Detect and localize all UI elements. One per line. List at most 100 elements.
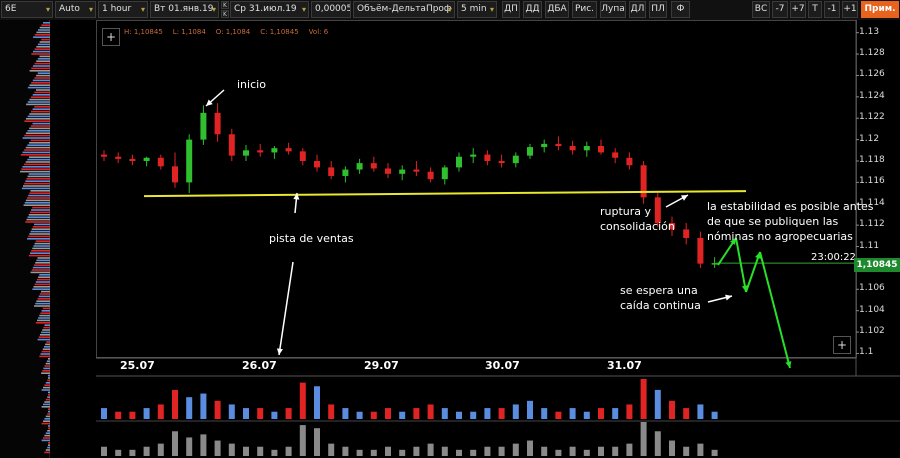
- minus7-button[interactable]: -7: [772, 1, 788, 18]
- date-to-select[interactable]: Ср 31.июл.19: [230, 1, 309, 18]
- chart-type-select[interactable]: Auto: [55, 1, 96, 18]
- plus7-button[interactable]: +7: [790, 1, 806, 18]
- candle-body: [612, 152, 619, 158]
- profile-bar: [28, 173, 50, 175]
- candle-body: [413, 169, 420, 172]
- tick-size-field[interactable]: 0,00005: [311, 1, 351, 18]
- profile-bar: [46, 341, 50, 343]
- profile-bar: [25, 221, 50, 223]
- profile-bar: [27, 86, 50, 89]
- profile-bar: [24, 134, 50, 137]
- candle-body: [370, 163, 377, 169]
- candle-body: [385, 168, 391, 174]
- minus1-button[interactable]: -1: [824, 1, 840, 18]
- current-price-badge: 1,10845: [854, 258, 900, 272]
- profile-bar: [39, 41, 50, 43]
- profile-bar: [20, 170, 50, 173]
- volume-bar-gray: [370, 449, 377, 456]
- volume-bar-gray: [683, 446, 690, 456]
- profile-bar: [26, 178, 50, 180]
- magnifier-button[interactable]: Лупа: [600, 1, 626, 18]
- indicator-select[interactable]: Объём-ДельтаПроф: [353, 1, 455, 18]
- dp-button[interactable]: ДП: [502, 1, 520, 18]
- draw-button[interactable]: Рис.: [572, 1, 597, 18]
- profile-bar: [23, 204, 50, 206]
- profile-bar: [41, 331, 50, 334]
- profile-bar: [34, 223, 50, 226]
- vs-button[interactable]: ВС: [752, 1, 770, 18]
- t-button[interactable]: T: [808, 1, 822, 18]
- pl-button[interactable]: ПЛ: [649, 1, 667, 18]
- date-from-select[interactable]: Вт 01.янв.19: [150, 1, 219, 18]
- profile-bar: [33, 36, 50, 38]
- plus1-button[interactable]: +1: [842, 1, 858, 18]
- profile-bar: [47, 396, 50, 398]
- candle-body: [101, 154, 107, 157]
- add-indicator-button[interactable]: +: [102, 28, 120, 46]
- profile-bar: [24, 149, 50, 151]
- profile-bar: [44, 324, 50, 326]
- dl-button[interactable]: ДЛ: [629, 1, 646, 18]
- price-tick-label: 1.122: [859, 112, 885, 123]
- dd-button[interactable]: ДД: [523, 1, 542, 18]
- candle-body: [129, 158, 136, 161]
- time-label: 29.07: [364, 359, 399, 372]
- profile-bar: [33, 50, 50, 53]
- profile-bar: [36, 46, 50, 48]
- profile-bar: [35, 281, 50, 283]
- profile-bar: [25, 199, 50, 202]
- support-line: [143, 190, 747, 198]
- apply-button[interactable]: Прим.: [861, 1, 899, 18]
- annotation-ruptura: ruptura y consolidación: [600, 205, 675, 233]
- profile-bar: [39, 293, 50, 295]
- profile-bar: [37, 257, 50, 259]
- profile-bar: [43, 386, 50, 389]
- timeframe-select[interactable]: 1 hour: [98, 1, 148, 18]
- profile-bar: [22, 151, 50, 154]
- volume-bar-gray: [427, 443, 434, 456]
- volume-bar: [399, 411, 406, 419]
- volume-profile-panel: [0, 20, 50, 458]
- volume-bar-gray: [129, 449, 136, 456]
- profile-bar: [30, 230, 50, 233]
- profile-bar: [29, 98, 50, 101]
- candle-body: [626, 157, 633, 166]
- volume-bar-gray: [527, 440, 533, 456]
- profile-bar: [31, 96, 50, 98]
- profile-bar: [26, 118, 50, 120]
- profile-bar: [45, 398, 50, 401]
- profile-bar: [31, 82, 50, 84]
- volume-bar-gray: [342, 446, 349, 456]
- volume-bar: [626, 404, 633, 419]
- profile-bar: [34, 264, 50, 266]
- profile-bar: [37, 298, 50, 300]
- volume-bar-gray: [328, 443, 335, 456]
- profile-bar: [44, 418, 50, 420]
- k-bottom-button[interactable]: K: [221, 10, 229, 18]
- volume-bar-gray: [583, 449, 590, 456]
- price-tick-label: 1.12: [859, 133, 880, 144]
- volume-bar: [200, 393, 207, 419]
- add-panel-button[interactable]: +: [833, 336, 851, 354]
- profile-bar: [47, 413, 50, 415]
- candle-body: [228, 134, 235, 156]
- profile-bar: [42, 329, 50, 331]
- volume-bar-gray: [456, 449, 462, 456]
- profile-bar: [31, 53, 50, 55]
- profile-bar: [27, 238, 50, 240]
- f-button[interactable]: Ф: [671, 1, 690, 18]
- profile-bar: [43, 403, 50, 406]
- k-top-button[interactable]: K: [221, 1, 229, 9]
- ohlc-high: H: 1,10845: [124, 28, 163, 36]
- dba-button[interactable]: ДБА: [545, 1, 569, 18]
- profile-bar: [35, 302, 50, 305]
- symbol-select[interactable]: 6E: [1, 1, 53, 18]
- interval-select[interactable]: 5 min: [457, 1, 497, 18]
- profile-bar: [41, 38, 50, 41]
- profile-bar: [32, 65, 50, 67]
- volume-bar: [243, 408, 249, 419]
- profile-bar: [27, 216, 50, 218]
- arrow-date-head: [276, 348, 283, 355]
- profile-bar: [44, 401, 50, 403]
- volume-bar: [669, 400, 675, 419]
